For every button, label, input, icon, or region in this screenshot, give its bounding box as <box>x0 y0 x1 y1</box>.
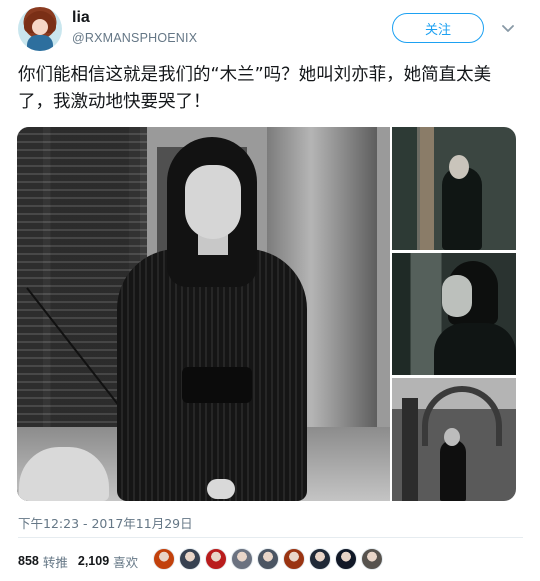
side-photo-3[interactable] <box>392 378 516 501</box>
avatar-face <box>32 19 48 35</box>
engagement-stats: 858 转推 2,109 喜欢 <box>18 550 148 572</box>
media-grid[interactable] <box>17 127 516 501</box>
photo-head <box>449 155 469 179</box>
liker-avatar[interactable] <box>283 548 305 570</box>
photo-post <box>420 127 434 250</box>
likes-label[interactable]: 喜欢 <box>113 552 138 571</box>
side-photo-2[interactable] <box>392 253 516 375</box>
liker-avatar[interactable] <box>335 548 357 570</box>
follow-button[interactable]: 关注 <box>392 13 484 43</box>
photo-column <box>402 398 418 501</box>
user-handle[interactable]: @RXMANSPHOENIX <box>72 31 197 45</box>
liker-avatar[interactable] <box>257 548 279 570</box>
avatar[interactable] <box>18 7 62 51</box>
photo-person <box>442 167 482 250</box>
main-photo[interactable] <box>17 127 390 501</box>
liker-avatar[interactable] <box>205 548 227 570</box>
figure-hand <box>207 479 235 499</box>
tweet-header: lia @RXMANSPHOENIX 关注 <box>0 0 540 56</box>
avatar-body <box>27 35 53 51</box>
photo-person <box>440 440 466 501</box>
figure-face <box>185 165 241 239</box>
liker-avatars <box>153 548 387 572</box>
photo-face <box>442 275 472 317</box>
liker-avatar[interactable] <box>153 548 175 570</box>
chevron-down-icon[interactable] <box>500 20 516 36</box>
photo-arch <box>422 386 502 446</box>
user-name[interactable]: lia <box>72 9 90 27</box>
liker-avatar[interactable] <box>179 548 201 570</box>
liker-avatar[interactable] <box>361 548 383 570</box>
likes-count[interactable]: 2,109 <box>78 554 109 568</box>
figure-belt <box>182 367 252 403</box>
liker-avatar[interactable] <box>231 548 253 570</box>
side-photo-1[interactable] <box>392 127 516 250</box>
retweets-label[interactable]: 转推 <box>43 552 68 571</box>
liker-avatar[interactable] <box>309 548 331 570</box>
divider <box>18 537 523 538</box>
retweets-count[interactable]: 858 <box>18 554 39 568</box>
photo-coat <box>434 323 516 375</box>
tweet-text: 你们能相信这就是我们的“木兰”吗？她叫刘亦菲，她简直太美了，我激动地快要哭了！ <box>18 65 492 112</box>
tweet-timestamp[interactable]: 下午12:23 - 2017年11月29日 <box>18 513 193 532</box>
photo-head <box>444 428 460 446</box>
